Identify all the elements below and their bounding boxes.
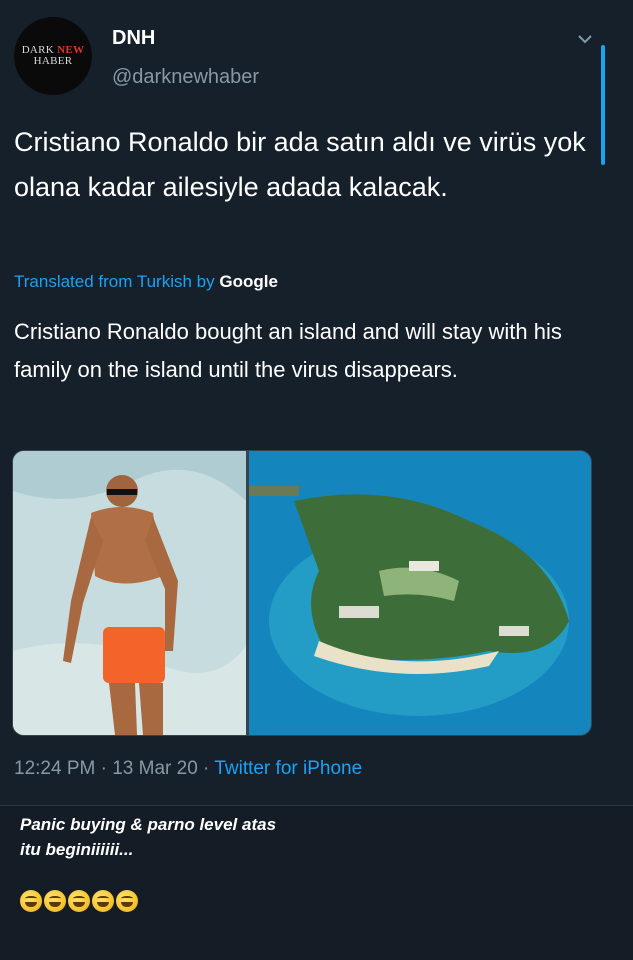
tweet-source-link[interactable]: Twitter for iPhone [214, 758, 362, 779]
photo-island-illustration [249, 451, 591, 735]
tweet-text-translated: Cristiano Ronaldo bought an island and w… [14, 319, 562, 382]
divider [0, 805, 633, 806]
grinning-sweat-emoji-icon [116, 890, 138, 912]
photo-man-on-beach[interactable] [13, 451, 246, 735]
laughing-emoji-icon [20, 890, 42, 912]
laughing-emoji-icon [68, 890, 90, 912]
tweet-metadata: 12:24 PM · 13 Mar 20 · Twitter for iPhon… [14, 758, 362, 780]
separator: · [203, 758, 210, 779]
tweet-text-original: Cristiano Ronaldo bir ada satın aldı ve … [14, 127, 586, 202]
author-handle[interactable]: @darknewhaber [112, 66, 259, 89]
tweet-time[interactable]: 12:24 PM [14, 758, 95, 779]
emoji-row [20, 890, 138, 912]
chevron-down-icon[interactable] [575, 32, 595, 46]
photo-island-aerial[interactable] [249, 451, 591, 735]
translation-label: Translated from Turkish by [14, 272, 215, 291]
author-name[interactable]: DNH [112, 27, 155, 50]
photo-man-on-beach-illustration [13, 451, 246, 735]
separator: · [100, 758, 107, 779]
avatar-logo-line2: HABER [33, 55, 73, 67]
tweet-date[interactable]: 13 Mar 20 [112, 758, 198, 779]
tweet-card: DARK NEW HABER DNH @darknewhaber Cristia… [0, 0, 633, 805]
avatar[interactable]: DARK NEW HABER [14, 17, 92, 95]
laughing-emoji-icon [92, 890, 114, 912]
laughing-emoji-icon [44, 890, 66, 912]
caption-line-2: itu beginiiiiii... [20, 840, 134, 859]
story-caption: Panic buying & parno level atas itu begi… [20, 812, 440, 862]
scrollbar[interactable] [601, 45, 605, 165]
tweet-media[interactable] [12, 450, 592, 736]
translator-name: Google [219, 272, 278, 291]
caption-line-1: Panic buying & parno level atas [20, 815, 277, 834]
translation-attribution[interactable]: Translated from Turkish by Google [14, 272, 278, 292]
